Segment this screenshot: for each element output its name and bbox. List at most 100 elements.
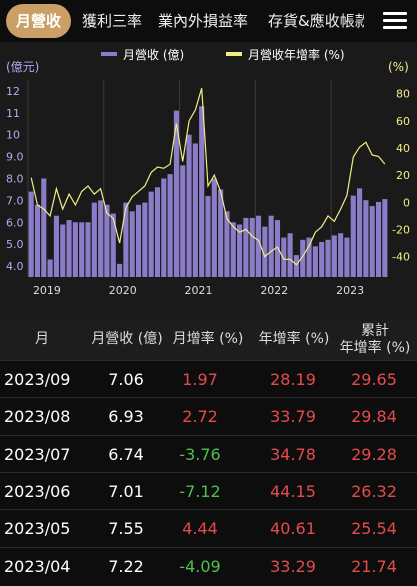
cell-yoy: 33.29 — [270, 556, 316, 576]
bar — [53, 215, 59, 277]
bar — [192, 143, 198, 277]
y-right-tick: 0 — [403, 196, 410, 209]
y-right-tick: 60 — [396, 115, 410, 128]
bar — [142, 202, 148, 277]
legend-label-revenue: 月營收 (億) — [123, 48, 184, 62]
y-right-tick: 40 — [396, 142, 410, 155]
y-left-unit: (億元) — [6, 60, 39, 74]
bar — [319, 241, 325, 277]
bar — [199, 106, 205, 278]
tab-bar: 月營收 獲利三率 業內外損益率 存貨&應收帳款 — [0, 0, 417, 42]
cell-month: 2023/08 — [4, 407, 71, 427]
header-cumulative-yoy: 累計 年增率 (%) — [339, 323, 411, 356]
cell-month: 2023/05 — [4, 519, 71, 539]
bar — [325, 239, 331, 277]
bar — [123, 202, 129, 277]
y-left-tick: 11 — [6, 107, 20, 120]
bar — [154, 187, 161, 277]
y-right-tick: 80 — [396, 88, 410, 101]
bar — [117, 263, 123, 277]
cell-yoy: 40.61 — [270, 519, 316, 539]
bar — [369, 206, 375, 277]
cell-cumulative-yoy: 21.74 — [351, 556, 397, 576]
bar — [60, 224, 66, 277]
table-header: 月 月營收 (億) 月增率 (%) 年增率 (%) 累計 年增率 (%) — [0, 320, 417, 360]
tab-monthly-revenue[interactable]: 月營收 — [6, 4, 72, 38]
cell-cumulative-yoy: 29.84 — [351, 407, 397, 427]
revenue-table: 月 月營收 (億) 月增率 (%) 年增率 (%) 累計 年增率 (%) 202… — [0, 320, 417, 584]
tab-inventory-receivables[interactable]: 存貨&應收帳款 — [268, 4, 364, 38]
cell-month: 2023/06 — [4, 481, 71, 501]
cell-month: 2023/09 — [4, 370, 71, 389]
cell-yoy: 33.79 — [270, 407, 316, 427]
cell-revenue: 6.93 — [108, 407, 144, 427]
menu-icon[interactable] — [383, 12, 407, 30]
cell-mom: -4.09 — [179, 556, 221, 576]
cell-revenue: 7.01 — [108, 481, 144, 501]
legend-swatch-revenue — [101, 52, 117, 56]
bar — [47, 259, 53, 277]
bar — [211, 178, 217, 277]
cell-cumulative-yoy: 25.54 — [351, 519, 397, 539]
header-month: 月 — [35, 331, 49, 347]
legend-label-yoy: 月營收年增率 (%) — [248, 47, 345, 62]
bar — [180, 165, 186, 277]
cell-cumulative-yoy: 29.28 — [351, 444, 397, 464]
bar — [230, 222, 236, 277]
bar — [91, 202, 97, 277]
x-tick-label: 2023 — [336, 284, 364, 297]
bar — [85, 222, 91, 277]
y-left-tick: 7.0 — [6, 194, 24, 207]
bar — [344, 237, 350, 277]
cell-month: 2023/07 — [4, 444, 71, 464]
legend-swatch-yoy — [226, 52, 242, 56]
table-row[interactable]: 2023/05 7.55 4.44 40.61 25.54 — [0, 509, 417, 548]
cell-yoy: 28.19 — [270, 370, 316, 389]
bar — [243, 217, 249, 277]
bar — [249, 217, 255, 277]
bar — [28, 191, 34, 277]
cell-mom: 2.72 — [182, 407, 218, 427]
tab-profit-margins[interactable]: 獲利三率 — [82, 4, 142, 38]
y-right-tick: 20 — [396, 169, 410, 182]
cell-mom: -7.12 — [179, 481, 221, 501]
table-row[interactable]: 2023/09 7.06 1.97 28.19 29.65 — [0, 360, 417, 399]
y-left-tick: 9.0 — [6, 151, 24, 164]
bar — [66, 220, 72, 277]
bar — [338, 233, 344, 277]
bar — [79, 222, 85, 277]
bar — [287, 233, 293, 277]
y-left-tick: 10 — [6, 129, 20, 142]
y-right-tick: -20 — [392, 223, 410, 236]
y-left-tick: 12 — [6, 85, 20, 98]
x-tick-label: 2022 — [260, 284, 288, 297]
cell-yoy: 44.15 — [270, 481, 316, 501]
bar — [312, 246, 318, 277]
header-mom: 月增率 (%) — [172, 331, 244, 347]
cell-revenue: 7.22 — [108, 556, 144, 576]
cell-revenue: 6.74 — [108, 444, 144, 464]
header-revenue: 月營收 (億) — [91, 331, 163, 347]
bar — [161, 178, 167, 277]
cell-revenue: 7.55 — [108, 519, 144, 539]
bar — [167, 174, 173, 277]
bar — [98, 200, 104, 277]
cell-cumulative-yoy: 29.65 — [351, 370, 397, 389]
table-row[interactable]: 2023/06 7.01 -7.12 44.15 26.32 — [0, 471, 417, 511]
bar — [41, 178, 47, 277]
tab-non-operating-ratio[interactable]: 業內外損益率 — [158, 4, 248, 38]
x-tick-label: 2019 — [33, 284, 61, 297]
x-tick-label: 2021 — [185, 284, 213, 297]
table-row[interactable]: 2023/08 6.93 2.72 33.79 29.84 — [0, 397, 417, 436]
bar — [34, 204, 41, 277]
bar — [375, 201, 382, 277]
bar — [104, 204, 110, 277]
cell-month: 2023/04 — [4, 556, 71, 576]
y-right-unit: (%) — [388, 60, 409, 74]
revenue-chart: 月營收 (億) 月營收年增率 (%) (億元) (%) 12 11 10 9.0 8.0 7.0 6… — [0, 42, 417, 320]
table-row[interactable]: 2023/04 7.22 -4.09 33.29 21.74 — [0, 546, 417, 586]
bar — [281, 237, 287, 277]
cell-cumulative-yoy: 26.32 — [351, 481, 397, 501]
bar — [205, 196, 211, 277]
table-row[interactable]: 2023/07 6.74 -3.76 34.78 29.28 — [0, 434, 417, 474]
